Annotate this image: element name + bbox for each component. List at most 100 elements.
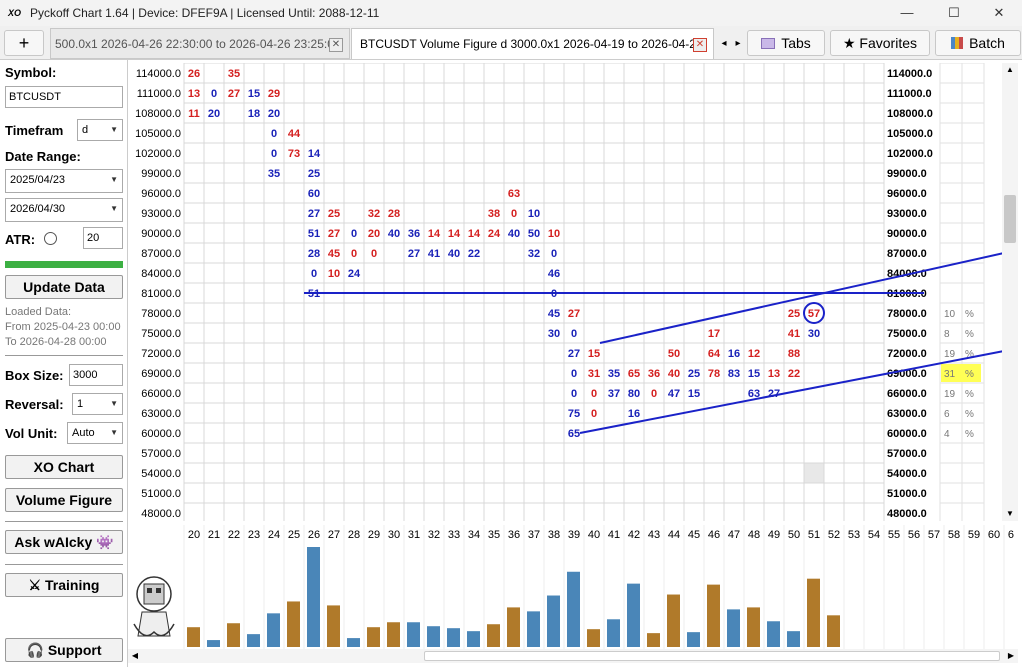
cell-value: 73 [288, 148, 300, 160]
volume-x-label: 39 [568, 529, 580, 541]
cell-value: 60 [308, 188, 320, 200]
volume-x-label: 48 [748, 529, 760, 541]
minimize-button[interactable]: — [884, 0, 930, 26]
vertical-scroll-thumb[interactable] [1004, 195, 1016, 243]
cell-value: 20 [208, 108, 220, 120]
cell-value: 18 [248, 108, 260, 120]
cell-value: 50 [668, 348, 680, 360]
timeframe-select[interactable]: d ▼ [77, 119, 123, 141]
batch-button[interactable]: Batch [935, 30, 1021, 56]
update-data-button[interactable]: Update Data [5, 275, 123, 299]
scroll-right-icon[interactable]: ▶ [1004, 649, 1018, 663]
price-label-right: 72000.0 [887, 348, 927, 360]
cell-value: 31 [588, 368, 600, 380]
training-button[interactable]: ⚔ Training [5, 573, 123, 597]
box-size-input[interactable]: 3000 [69, 364, 123, 386]
cell-value: 32 [528, 248, 540, 260]
percent-value: 31 [944, 369, 956, 380]
price-label-left: 96000.0 [141, 188, 181, 200]
cell-value: 16 [728, 348, 740, 360]
vertical-scrollbar[interactable]: ▲ ▼ [1002, 63, 1018, 521]
symbol-label: Symbol: [5, 65, 57, 80]
volume-x-label: 61 [1008, 529, 1014, 541]
volume-bar [827, 615, 840, 647]
volume-x-label: 21 [208, 529, 220, 541]
maximize-button[interactable]: ☐ [931, 0, 977, 26]
horizontal-scrollbar[interactable]: ◀ ▶ [128, 649, 1018, 663]
volume-x-label: 51 [808, 529, 820, 541]
volume-x-label: 24 [268, 529, 280, 541]
cell-value: 88 [788, 348, 800, 360]
volume-bar [467, 631, 480, 647]
mascot-image [132, 574, 178, 646]
tab-1-close-icon[interactable]: ✕ [329, 38, 343, 52]
volume-x-label: 46 [708, 529, 720, 541]
tab-scroll-left-icon[interactable]: ◂ [718, 30, 730, 56]
atr-radio[interactable] [44, 232, 57, 245]
volume-x-label: 45 [688, 529, 700, 541]
timeframe-value: d [82, 124, 89, 136]
vol-unit-value: Auto [72, 427, 95, 439]
date-to-picker[interactable]: 2026/04/30 ▼ [5, 198, 123, 222]
timeframe-label: Timefram [5, 123, 64, 138]
tab-1[interactable]: 500.0x1 2026-04-26 22:30:00 to 2026-04-2… [50, 28, 350, 59]
price-label-left: 51000.0 [141, 488, 181, 500]
volume-bar [807, 578, 820, 647]
cell-value: 35 [228, 68, 240, 80]
atr-input[interactable]: 20 [83, 227, 123, 249]
cell-value: 13 [188, 88, 200, 100]
percent-value: 10 [944, 309, 956, 320]
volume-figure-button[interactable]: Volume Figure [5, 488, 123, 512]
loaded-data-to: To 2026-04-28 00:00 [5, 336, 107, 348]
cell-value: 0 [651, 388, 657, 400]
cell-value: 22 [468, 248, 480, 260]
favorites-button[interactable]: ★ Favorites [830, 30, 930, 56]
scroll-up-icon[interactable]: ▲ [1002, 63, 1018, 77]
cell-value: 78 [708, 368, 720, 380]
vol-unit-select[interactable]: Auto ▼ [67, 422, 123, 444]
add-tab-button[interactable]: + [4, 30, 44, 56]
cell-value: 0 [211, 88, 217, 100]
scroll-left-icon[interactable]: ◀ [128, 649, 142, 663]
cell-value: 0 [571, 368, 577, 380]
close-window-button[interactable]: ✕ [976, 0, 1022, 26]
volume-x-label: 58 [948, 529, 960, 541]
tabs-button[interactable]: Tabs [747, 30, 825, 56]
vol-unit-label: Vol Unit: [5, 426, 58, 441]
price-label-right: 93000.0 [887, 208, 927, 220]
percent-value: 6 [944, 409, 950, 420]
volume-bar [327, 605, 340, 647]
price-label-right: 51000.0 [887, 488, 927, 500]
volume-bar [207, 640, 220, 647]
support-button[interactable]: 🎧 Support [5, 638, 123, 662]
volume-bar [787, 631, 800, 647]
horizontal-scroll-thumb[interactable] [424, 651, 1000, 661]
symbol-input[interactable]: BTCUSDT [5, 86, 123, 108]
date-from-picker[interactable]: 2025/04/23 ▼ [5, 169, 123, 193]
ask-walcky-button[interactable]: Ask wAIcky 👾 [5, 530, 123, 554]
price-label-right: 48000.0 [887, 508, 927, 520]
volume-figure-chart[interactable]: 114000.0 114000.0 111000.0 111000.0 108000.0… [128, 63, 1008, 521]
cell-value: 45 [548, 308, 560, 320]
reversal-value: 1 [77, 398, 84, 410]
cell-value: 24 [348, 268, 361, 280]
tab-2-close-icon[interactable]: ✕ [693, 38, 707, 52]
volume-x-label: 50 [788, 529, 800, 541]
price-label-right: 90000.0 [887, 228, 927, 240]
cell-value: 27 [328, 228, 340, 240]
tab-scroll-right-icon[interactable]: ▸ [732, 30, 744, 56]
xo-chart-button[interactable]: XO Chart [5, 455, 123, 479]
volume-bar [687, 632, 700, 647]
volume-x-label: 40 [588, 529, 600, 541]
volume-bar [587, 629, 600, 647]
volume-bar [607, 619, 620, 647]
reversal-select[interactable]: 1 ▼ [72, 393, 123, 415]
cell-value: 64 [708, 348, 721, 360]
scroll-down-icon[interactable]: ▼ [1002, 507, 1018, 521]
volume-x-label: 43 [648, 529, 660, 541]
tab-2[interactable]: BTCUSDT Volume Figure d 3000.0x1 2026-04… [351, 28, 714, 59]
price-label-left: 48000.0 [141, 508, 181, 520]
volume-bar [767, 621, 780, 647]
chevron-down-icon: ▼ [110, 125, 118, 134]
cell-value: 51 [308, 228, 320, 240]
